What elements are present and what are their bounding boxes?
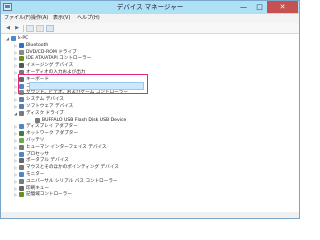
usb-controller-icon [19, 178, 24, 184]
computer-icon [11, 36, 16, 41]
maximize-button[interactable]: □ [252, 1, 267, 13]
menu-help[interactable]: ヘルプ(H) [77, 14, 100, 23]
help-icon[interactable] [36, 25, 44, 32]
bluetooth-icon [19, 42, 24, 48]
title-bar: デバイス マネージャー — □ ✕ [1, 1, 299, 14]
highlight-box [18, 74, 148, 94]
monitor-icon [19, 172, 24, 177]
collapse-icon[interactable]: ◢ [5, 35, 10, 42]
processor-icon [19, 151, 24, 157]
minimize-button[interactable]: — [236, 1, 251, 13]
menu-bar: ファイル(F) 操作(A) 表示(V) ヘルプ(H) [1, 14, 299, 23]
toolbar: ◀ ▶ [1, 23, 299, 34]
disk-drive-icon [19, 110, 24, 116]
collapse-icon[interactable]: ◢ [13, 110, 18, 117]
usb-disk-icon [35, 117, 40, 123]
menu-action[interactable]: 操作(A) [31, 14, 48, 23]
tree-item-label: 記憶域コントローラー [26, 192, 72, 198]
device-manager-window: デバイス マネージャー — □ ✕ ファイル(F) 操作(A) 表示(V) ヘル… [0, 0, 300, 219]
dvd-drive-icon [19, 49, 24, 55]
system-icon [19, 97, 24, 103]
close-button[interactable]: ✕ [267, 1, 298, 13]
portable-device-icon [19, 158, 24, 164]
display-adapter-icon [19, 124, 24, 130]
hid-icon [19, 144, 24, 150]
printer-icon [19, 185, 24, 191]
storage-controller-icon [19, 192, 24, 198]
camera-icon [19, 63, 24, 69]
toolbar-separator [23, 25, 24, 32]
menu-file[interactable]: ファイル(F) [4, 14, 31, 23]
expand-icon[interactable]: ▷ [13, 191, 18, 198]
properties-icon[interactable] [26, 25, 34, 32]
menu-view[interactable]: 表示(V) [53, 14, 70, 23]
horizontal-scrollbar[interactable] [1, 212, 299, 218]
forward-icon[interactable]: ▶ [13, 25, 21, 32]
back-icon[interactable]: ◀ [4, 25, 12, 32]
mouse-icon [19, 165, 24, 171]
device-tree: ◢ k-PC ▷ Bluetooth ▷ DVD/CD-ROM ドライブ ▷ IDE AT… [3, 35, 299, 218]
network-icon [19, 131, 24, 137]
battery-icon [19, 138, 24, 143]
software-icon [19, 104, 24, 109]
scan-hardware-icon[interactable] [46, 25, 54, 32]
ide-controller-icon [19, 56, 24, 62]
